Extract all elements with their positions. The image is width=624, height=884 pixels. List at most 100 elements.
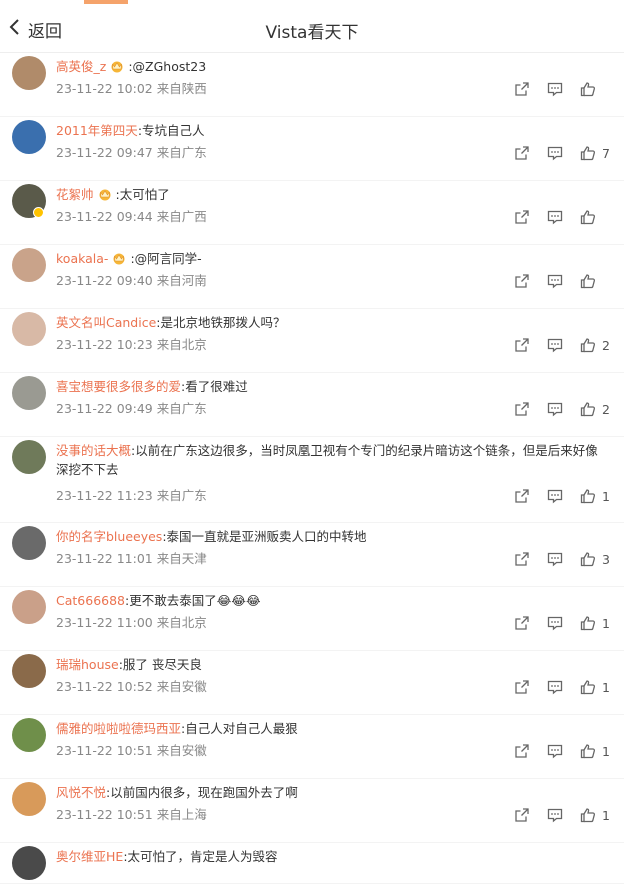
comment-body: 英文名叫Candice:是北京地铁那拨人吗？ xyxy=(56,313,610,332)
like-icon[interactable] xyxy=(580,807,596,823)
comment-item: 2011年第四天:专坑自己人 23-11-22 09:47 来自广东 7 xyxy=(0,117,624,181)
share-icon[interactable] xyxy=(514,401,530,417)
like-icon[interactable] xyxy=(580,551,596,567)
avatar[interactable] xyxy=(12,590,46,624)
avatar[interactable] xyxy=(12,120,46,154)
like-icon[interactable] xyxy=(580,401,596,417)
like-icon[interactable] xyxy=(580,273,596,289)
comment-icon[interactable] xyxy=(547,401,563,417)
page-title: Vista看天下 xyxy=(265,23,359,43)
comment-icon[interactable] xyxy=(547,615,563,631)
comment-item: 英文名叫Candice:是北京地铁那拨人吗？ 23-11-22 10:23 来自北… xyxy=(0,309,624,373)
comment-actions: 2 xyxy=(497,337,610,353)
username-link[interactable]: Cat666688 xyxy=(56,593,125,608)
comment-actions: 1 xyxy=(497,615,610,631)
comment-actions: 1 xyxy=(497,679,610,695)
like-icon[interactable] xyxy=(580,615,596,631)
avatar[interactable] xyxy=(12,376,46,410)
comment-icon[interactable] xyxy=(547,273,563,289)
comment-item: 风悦不悦:以前国内很多，现在跑国外去了啊 23-11-22 10:51 来自上海 1 xyxy=(0,779,624,843)
like-count: 3 xyxy=(602,551,610,567)
username-link[interactable]: 花絮帅 xyxy=(56,187,94,202)
comment-time: 23-11-22 09:47 xyxy=(56,145,153,160)
avatar[interactable] xyxy=(12,718,46,752)
comment-body: 2011年第四天:专坑自己人 xyxy=(56,121,610,140)
comment-icon[interactable] xyxy=(547,743,563,759)
like-count: 1 xyxy=(602,615,610,631)
like-icon[interactable] xyxy=(580,743,596,759)
comment-text: :@ZGhost23 xyxy=(128,59,207,74)
avatar[interactable] xyxy=(12,440,46,474)
share-icon[interactable] xyxy=(514,81,530,97)
like-icon[interactable] xyxy=(580,337,596,353)
comment-meta: 23-11-22 09:47 来自广东 xyxy=(56,144,207,162)
like-icon[interactable] xyxy=(580,145,596,161)
username-link[interactable]: 喜宝想要很多很多的爱 xyxy=(56,379,181,394)
comment-icon[interactable] xyxy=(547,209,563,225)
comment-text: :更不敢去泰国了😂😂😂 xyxy=(125,593,261,608)
comment-body: 瑞瑞house:服了 丧尽天良 xyxy=(56,655,610,674)
comment-time: 23-11-22 10:51 xyxy=(56,743,153,758)
share-icon[interactable] xyxy=(514,209,530,225)
like-icon[interactable] xyxy=(580,488,596,504)
comment-location: 来自广东 xyxy=(156,401,207,416)
like-icon[interactable] xyxy=(580,679,596,695)
comment-text: :@阿言同学- xyxy=(130,251,202,266)
username-link[interactable]: 你的名字blueeyes xyxy=(56,529,162,544)
like-icon[interactable] xyxy=(580,209,596,225)
comment-body: 奥尔维亚HE:太可怕了，肯定是人为毁容 xyxy=(56,847,610,866)
comment-icon[interactable] xyxy=(547,488,563,504)
share-icon[interactable] xyxy=(514,337,530,353)
avatar[interactable] xyxy=(12,248,46,282)
comment-location: 来自广东 xyxy=(156,145,207,160)
comment-meta: 23-11-22 10:02 来自陕西 xyxy=(56,80,207,98)
share-icon[interactable] xyxy=(514,679,530,695)
share-icon[interactable] xyxy=(514,273,530,289)
share-icon[interactable] xyxy=(514,807,530,823)
username-link[interactable]: 儒雅的啦啦啦德玛西亚 xyxy=(56,721,181,736)
username-link[interactable]: 没事的话大概 xyxy=(56,443,131,458)
comment-text: :专坑自己人 xyxy=(137,123,205,138)
comment-text: :看了很难过 xyxy=(181,379,248,394)
comment-body: 儒雅的啦啦啦德玛西亚:自己人对自己人最狠 xyxy=(56,719,610,738)
comment-body: 高英俊_z :@ZGhost23 xyxy=(56,57,610,76)
active-tab-indicator xyxy=(84,0,128,4)
comment-meta: 23-11-22 09:49 来自广东 xyxy=(56,400,207,418)
comment-time: 23-11-22 10:51 xyxy=(56,807,153,822)
comment-time: 23-11-22 11:23 xyxy=(56,488,153,503)
like-icon[interactable] xyxy=(580,81,596,97)
share-icon[interactable] xyxy=(514,551,530,567)
avatar[interactable] xyxy=(12,654,46,688)
like-count: 7 xyxy=(602,145,610,161)
comment-icon[interactable] xyxy=(547,551,563,567)
comment-location: 来自广东 xyxy=(156,488,207,503)
avatar[interactable] xyxy=(12,782,46,816)
username-link[interactable]: 2011年第四天 xyxy=(56,123,138,138)
comment-text: :服了 丧尽天良 xyxy=(118,657,202,672)
comment-item: 你的名字blueeyes:泰国一直就是亚洲贩卖人口的中转地 23-11-22 11… xyxy=(0,523,624,587)
comment-time: 23-11-22 09:49 xyxy=(56,401,153,416)
share-icon[interactable] xyxy=(514,488,530,504)
comment-time: 23-11-22 10:52 xyxy=(56,679,153,694)
username-link[interactable]: 风悦不悦 xyxy=(56,785,106,800)
username-link[interactable]: 瑞瑞house xyxy=(56,657,119,672)
avatar[interactable] xyxy=(12,846,46,880)
username-link[interactable]: koakala- xyxy=(56,251,108,266)
share-icon[interactable] xyxy=(514,145,530,161)
comment-icon[interactable] xyxy=(547,679,563,695)
username-link[interactable]: 高英俊_z xyxy=(56,59,106,74)
share-icon[interactable] xyxy=(514,743,530,759)
comment-icon[interactable] xyxy=(547,145,563,161)
share-icon[interactable] xyxy=(514,615,530,631)
comment-icon[interactable] xyxy=(547,807,563,823)
comment-meta: 23-11-22 11:01 来自天津 xyxy=(56,550,207,568)
avatar[interactable] xyxy=(12,526,46,560)
username-link[interactable]: 英文名叫Candice xyxy=(56,315,156,330)
comment-actions xyxy=(497,209,610,225)
comment-body: koakala- :@阿言同学- xyxy=(56,249,610,268)
avatar[interactable] xyxy=(12,56,46,90)
comment-icon[interactable] xyxy=(547,81,563,97)
comment-meta: 23-11-22 11:00 来自北京 xyxy=(56,614,207,632)
avatar[interactable] xyxy=(12,312,46,346)
comment-icon[interactable] xyxy=(547,337,563,353)
